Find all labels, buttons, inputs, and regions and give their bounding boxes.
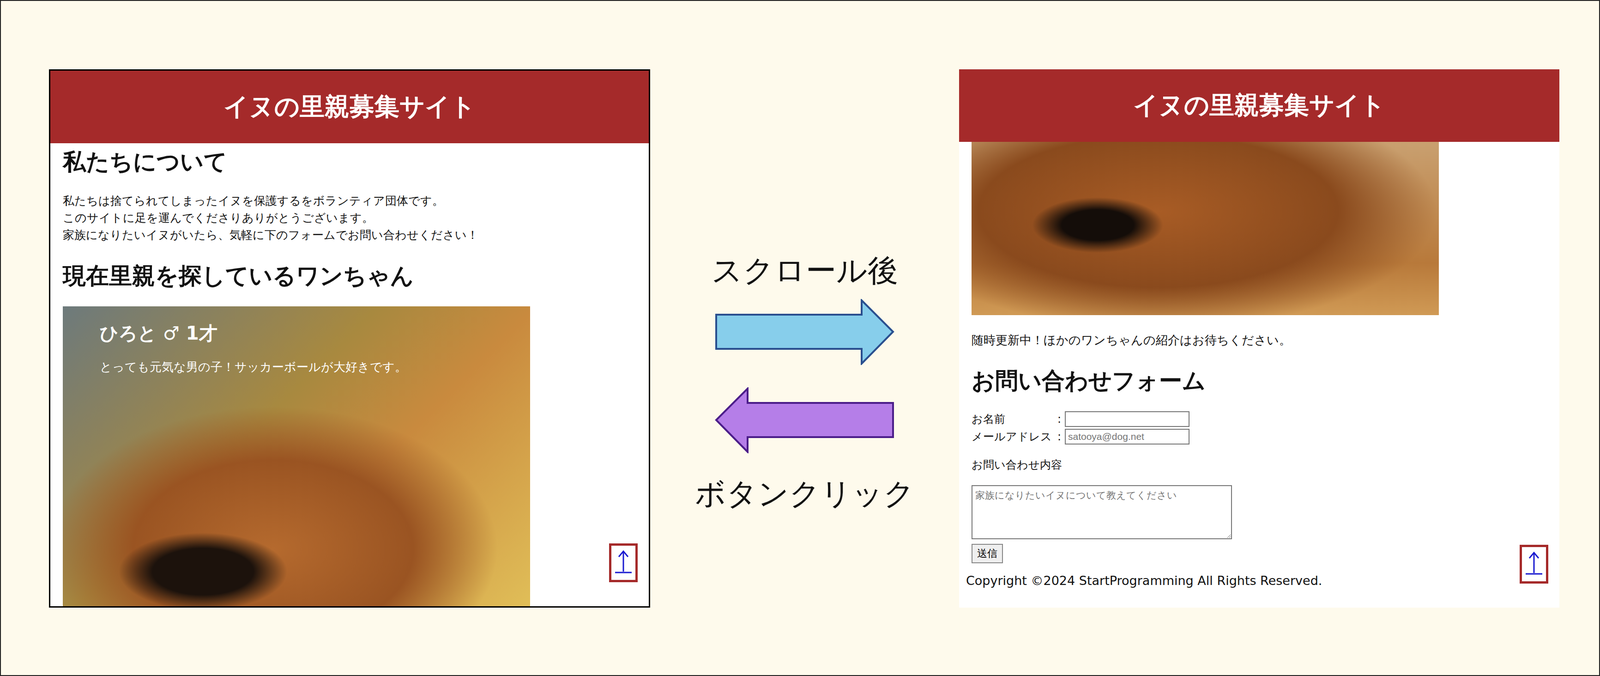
text-input[interactable] [1064,410,1190,427]
left-arrow-icon [714,386,895,453]
about-title: 私たちについて [62,147,637,176]
dogs-title: 現在里親を探しているワンちゃん [62,261,637,290]
about-line: 私たちは捨てられてしまったイヌを保護するをボランティア団体です。 [62,192,637,210]
field-label: お名前 [971,411,1055,427]
site-header: イヌの里親募集サイト [959,69,1560,142]
click-label: ボタンクリック [694,476,915,511]
up-arrow-icon [1524,549,1544,579]
site-header: イヌの里親募集サイト [50,70,649,144]
page-before-scroll: イヌの里親募集サイト私たちについて私たちは捨てられてしまったイヌを保護するをボラ… [48,69,651,608]
about-text: 私たちは捨てられてしまったイヌを保護するをボランティア団体です。このサイトに足を… [62,192,637,244]
field-label: メールアドレス [971,428,1055,444]
page-content: 随時更新中！ほかのワンちゃんの紹介はお待ちください。お問い合わせフォームお名前:… [959,141,1560,588]
back-to-top-button[interactable] [609,543,638,582]
scroll-label: スクロール後 [711,253,899,288]
page-after-scroll: イヌの里親募集サイト随時更新中！ほかのワンちゃんの紹介はお待ちください。お問い合… [959,69,1560,608]
field-separator: : [1057,412,1063,426]
form-field: お名前: [971,410,1547,427]
right-arrow-icon [714,298,895,365]
back-to-top-button[interactable] [1519,544,1549,584]
form-field: メールアドレス: [971,428,1547,445]
about-line: 家族になりたいイヌがいたら、気軽に下のフォームでお問い合わせください！ [62,226,637,244]
submit-button[interactable]: 送信 [971,543,1003,563]
transition-arrows: スクロール後ボタンクリック [650,69,960,511]
text-input[interactable] [1064,428,1190,445]
page-content: 私たちについて私たちは捨てられてしまったイヌを保護するをボランティア団体です。こ… [50,147,649,608]
dog-photo [971,141,1439,315]
form-title: お問い合わせフォーム [971,366,1547,395]
copyright: Copyright ©2024 StartProgramming All Rig… [966,573,1547,588]
dog-name: ひろと ♂ 1才 [99,320,494,346]
about-line: このサイトに足を運んでくださりありがとうございます。 [62,209,637,227]
notice-text: 随時更新中！ほかのワンちゃんの紹介はお待ちください。 [971,331,1547,349]
field-separator: : [1057,429,1063,443]
contact-form: お名前:メールアドレス:お問い合わせ内容送信 [971,410,1547,563]
message-label: お問い合わせ内容 [971,457,1547,472]
slide: イヌの里親募集サイト私たちについて私たちは捨てられてしまったイヌを保護するをボラ… [0,0,1600,676]
message-textarea[interactable] [971,484,1232,539]
dog-description: とっても元気な男の子！サッカーボールが大好きです。 [99,358,494,375]
dog-photo: ひろと ♂ 1才とっても元気な男の子！サッカーボールが大好きです。 [62,306,531,608]
up-arrow-icon [614,548,633,577]
